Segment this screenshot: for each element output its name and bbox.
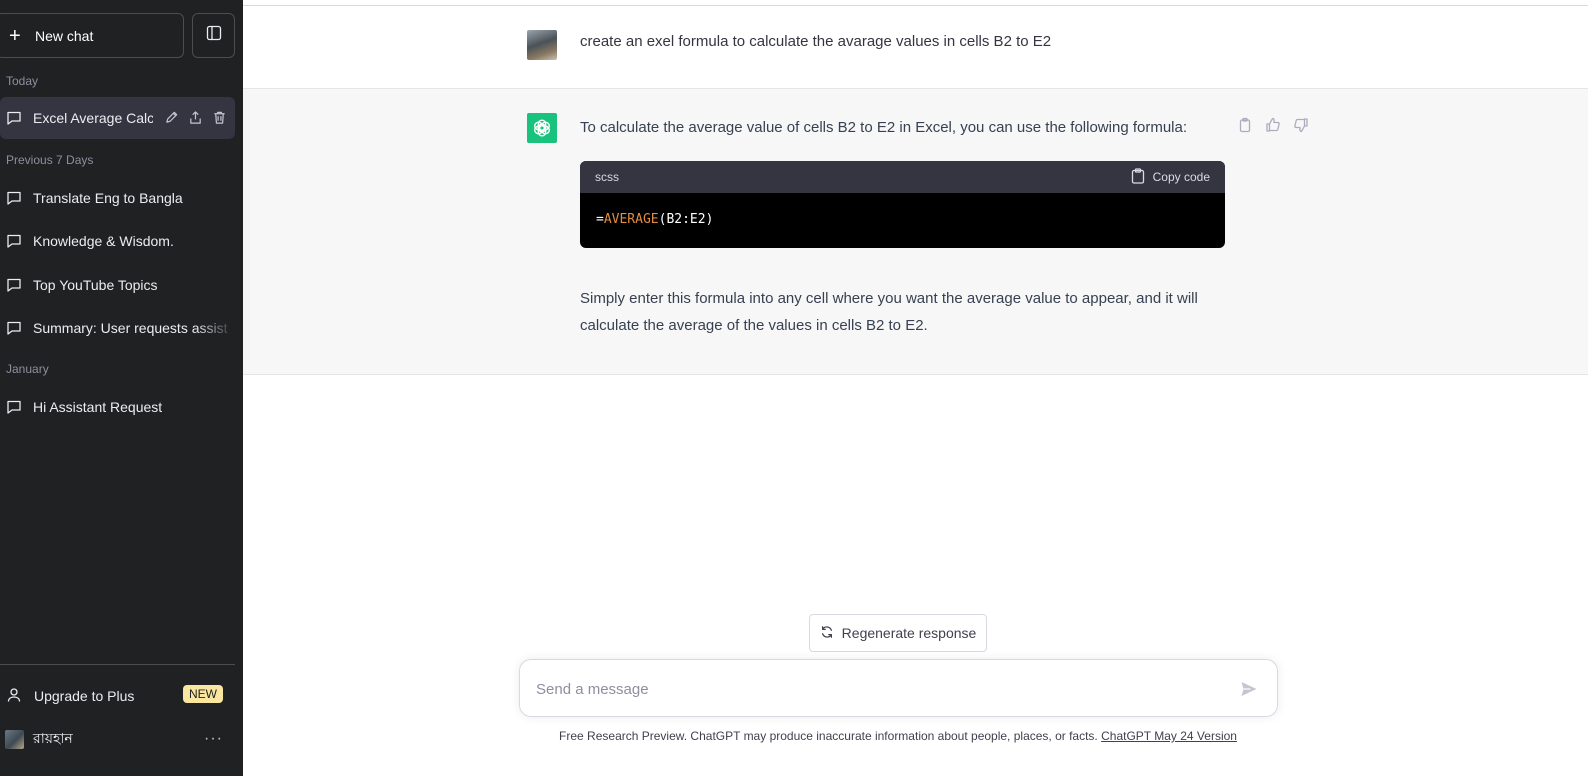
- user-name: রায়হান: [33, 730, 73, 746]
- user-message: create an exel formula to calculate the …: [243, 6, 1588, 89]
- send-icon[interactable]: [1239, 679, 1259, 699]
- sidebar-item-label: Knowledge & Wisdom.: [33, 233, 174, 249]
- chat-main: create an exel formula to calculate the …: [243, 0, 1588, 776]
- assistant-message: To calculate the average value of cells …: [243, 89, 1588, 375]
- plus-icon: +: [9, 24, 21, 47]
- clipboard-icon: [1131, 167, 1145, 187]
- assistant-outro-text: Simply enter this formula into any cell …: [580, 290, 1198, 334]
- sidebar-item-label: Top YouTube Topics: [33, 277, 158, 293]
- code-language: scss: [595, 170, 619, 184]
- message-input[interactable]: [536, 677, 1216, 701]
- user-icon: [7, 687, 21, 706]
- user-message-text: create an exel formula to calculate the …: [580, 33, 1052, 50]
- sidebar-item-summary[interactable]: Summary: User requests assist: [0, 307, 235, 349]
- thumbs-down-icon[interactable]: [1293, 117, 1309, 133]
- code-function: AVERAGE: [603, 212, 659, 227]
- thumbs-up-icon[interactable]: [1265, 117, 1281, 133]
- sidebar-item-label: Hi Assistant Request: [33, 399, 163, 415]
- code-args: (B2:E2): [658, 212, 714, 227]
- avatar: [527, 30, 557, 60]
- chat-item-actions: [163, 109, 227, 125]
- toggle-sidebar-button[interactable]: [192, 13, 235, 58]
- chat-bubble-icon: [6, 233, 22, 249]
- chat-bubble-icon: [6, 110, 22, 126]
- code-content: =AVERAGE(B2:E2): [580, 193, 1225, 246]
- sidebar-item-excel-average[interactable]: Excel Average Calcul: [0, 97, 235, 139]
- edit-icon[interactable]: [163, 109, 179, 125]
- sidebar-item-youtube[interactable]: Top YouTube Topics: [0, 264, 235, 306]
- section-label-today: Today: [6, 74, 39, 88]
- code-prefix: =: [596, 212, 604, 227]
- sidebar-item-label: Excel Average Calcul: [33, 110, 153, 126]
- message-composer: [519, 659, 1278, 717]
- code-header: scss Copy code: [580, 161, 1225, 193]
- code-block: scss Copy code =AVERAGE(B2:E2): [580, 161, 1225, 248]
- assistant-intro-text: To calculate the average value of cells …: [580, 119, 1188, 136]
- new-chat-button[interactable]: + New chat: [0, 13, 184, 58]
- sidebar-item-hi-assistant[interactable]: Hi Assistant Request: [0, 386, 235, 428]
- user-menu[interactable]: রায়হান ···: [0, 718, 235, 760]
- footer-disclaimer: Free Research Preview. ChatGPT may produ…: [243, 729, 1553, 743]
- new-badge: NEW: [183, 685, 223, 703]
- message-actions: [1237, 117, 1309, 133]
- fade-overlay: [195, 307, 235, 349]
- copy-code-label: Copy code: [1152, 170, 1210, 184]
- copy-code-button[interactable]: Copy code: [1131, 167, 1210, 187]
- regenerate-label: Regenerate response: [841, 625, 977, 641]
- sidebar-item-translate[interactable]: Translate Eng to Bangla: [0, 177, 235, 219]
- new-chat-label: New chat: [35, 27, 94, 44]
- sidebar-item-knowledge[interactable]: Knowledge & Wisdom.: [0, 220, 235, 262]
- version-link[interactable]: ChatGPT May 24 Version: [1101, 729, 1237, 743]
- more-options-icon[interactable]: ···: [204, 730, 223, 748]
- app-window: + New chat Today Excel Average Calcul Pr…: [0, 0, 1588, 776]
- regenerate-response-button[interactable]: Regenerate response: [809, 614, 987, 652]
- sidebar-panel-icon: [206, 25, 222, 46]
- copy-icon[interactable]: [1237, 117, 1253, 133]
- footer-text: Free Research Preview. ChatGPT may produ…: [559, 729, 1102, 743]
- chat-bubble-icon: [6, 277, 22, 293]
- chat-bubble-icon: [6, 320, 22, 336]
- sidebar-top: + New chat: [0, 13, 243, 58]
- section-label-previous-7-days: Previous 7 Days: [6, 153, 94, 167]
- section-label-january: January: [6, 362, 49, 376]
- upgrade-to-plus-button[interactable]: Upgrade to Plus NEW: [0, 675, 235, 717]
- chatgpt-logo-icon: [527, 113, 557, 143]
- sidebar: + New chat Today Excel Average Calcul Pr…: [0, 0, 243, 776]
- chat-bubble-icon: [6, 190, 22, 206]
- sidebar-divider: [0, 664, 235, 665]
- share-icon[interactable]: [187, 109, 203, 125]
- trash-icon[interactable]: [211, 109, 227, 125]
- sidebar-item-label: Translate Eng to Bangla: [33, 190, 183, 206]
- chat-bubble-icon: [6, 399, 22, 415]
- avatar: [5, 729, 24, 749]
- upgrade-label: Upgrade to Plus: [34, 688, 135, 704]
- refresh-icon: [820, 625, 834, 642]
